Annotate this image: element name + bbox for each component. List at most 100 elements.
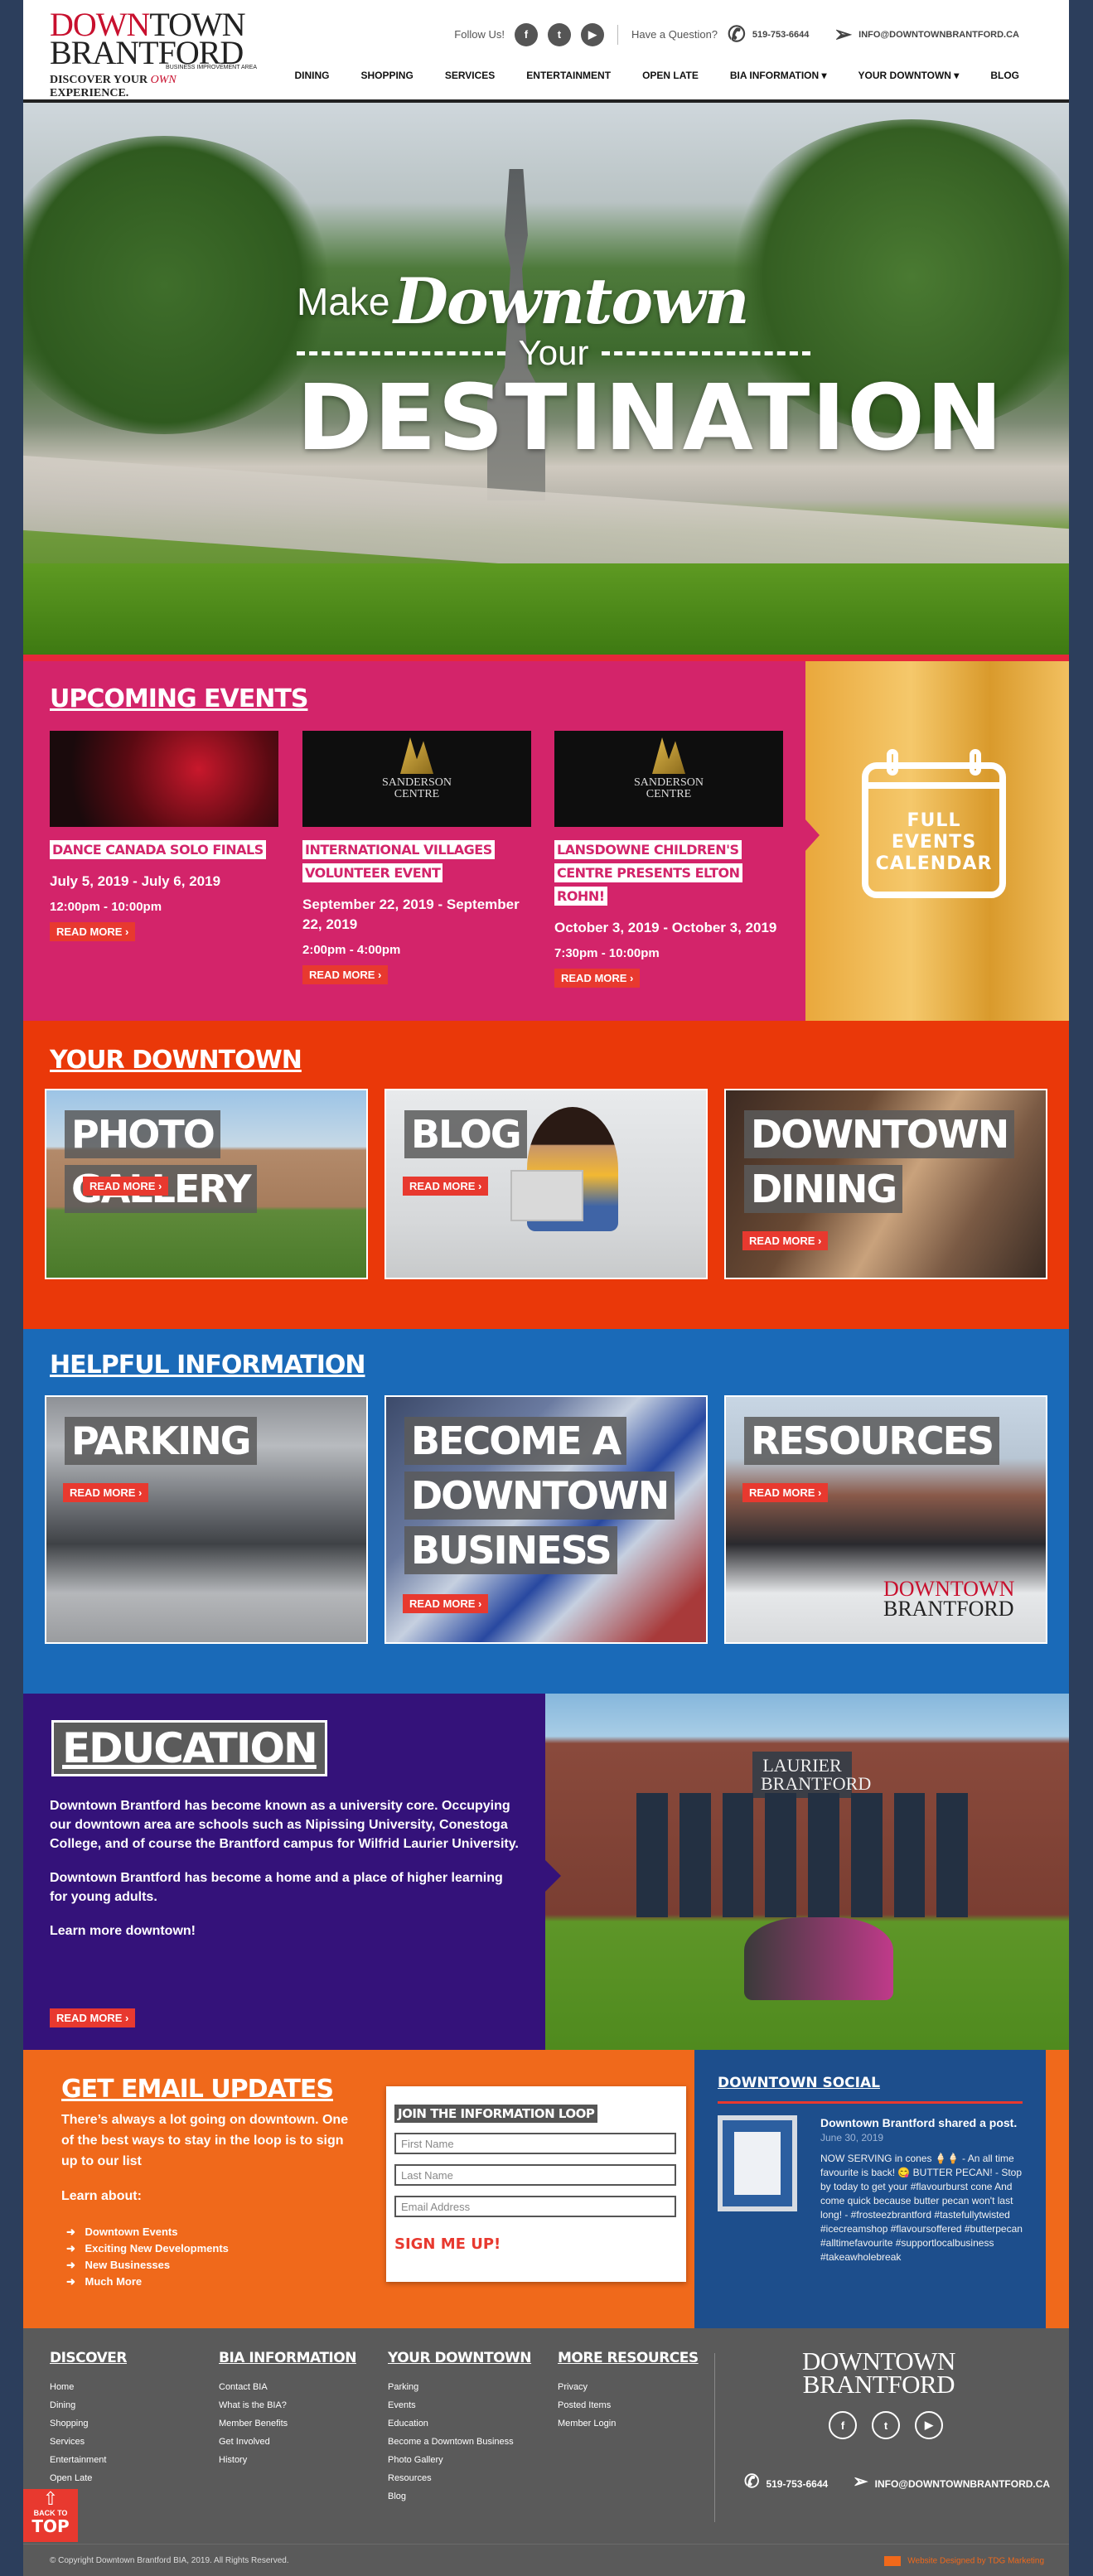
- footer-link[interactable]: Photo Gallery: [388, 2451, 531, 2469]
- question-label: Have a Question?: [631, 28, 718, 41]
- footer-link[interactable]: Events: [388, 2396, 531, 2414]
- copyright: © Copyright Downtown Brantford BIA, 2019…: [50, 2556, 289, 2565]
- read-more-button[interactable]: READ MORE ›: [302, 965, 389, 984]
- downtown-dining-tile[interactable]: DOWNTOWN DINING READ MORE ›: [724, 1089, 1047, 1279]
- footer-link[interactable]: Blog: [388, 2487, 531, 2506]
- footer-logo[interactable]: DOWNTOWN BRANTFORD: [802, 2348, 955, 2397]
- youtube-icon[interactable]: ▶: [915, 2411, 943, 2439]
- site-footer: DISCOVER Home Dining Shopping Services E…: [23, 2328, 1069, 2576]
- email-title[interactable]: GET EMAIL UPDATES: [61, 2075, 334, 2104]
- events-title[interactable]: UPCOMING EVENTS: [50, 684, 308, 713]
- footer-heading: YOUR DOWNTOWN: [388, 2350, 532, 2366]
- calendar-icon[interactable]: FULL EVENTS CALENDAR: [862, 749, 1006, 898]
- footer-link[interactable]: Open Late: [50, 2469, 127, 2487]
- event-card[interactable]: SANDERSON CENTRE LANSDOWNE CHILDREN'S CEN…: [554, 731, 783, 988]
- sign-up-button[interactable]: SIGN ME UP!: [394, 2235, 678, 2253]
- top-label: TOP: [31, 2516, 70, 2536]
- become-business-tile[interactable]: BECOME A DOWNTOWN BUSINESS READ MORE ›: [384, 1395, 708, 1644]
- read-more-button[interactable]: READ MORE ›: [50, 922, 136, 941]
- follow-label: Follow Us!: [454, 28, 505, 41]
- first-name-field[interactable]: First Name: [394, 2133, 676, 2154]
- footer-column-discover: DISCOVER Home Dining Shopping Services E…: [50, 2350, 128, 2487]
- your-downtown-title[interactable]: YOUR DOWNTOWN: [50, 1046, 302, 1075]
- footer-link[interactable]: Services: [50, 2433, 127, 2451]
- footer-link[interactable]: Home: [50, 2378, 127, 2396]
- footer-link[interactable]: Privacy: [558, 2378, 699, 2396]
- event-dates: October 3, 2019 - October 3, 2019: [554, 920, 777, 935]
- event-name[interactable]: LANSDOWNE CHILDREN'S CENTRE PRESENTS ELT…: [554, 840, 742, 906]
- read-more-button[interactable]: READ MORE ›: [554, 969, 641, 988]
- nav-entertainment[interactable]: ENTERTAINMENT: [526, 70, 611, 81]
- event-name[interactable]: DANCE CANADA SOLO FINALS: [50, 840, 266, 859]
- footer-link[interactable]: What is the BIA?: [219, 2396, 356, 2414]
- read-more-button[interactable]: READ MORE ›: [83, 1177, 169, 1196]
- laurier-sign: LAURIER BRANTFORD: [752, 1752, 871, 1798]
- back-to-top-button[interactable]: ⇧ BACK TO TOP: [23, 2489, 78, 2542]
- email-updates-section: GET EMAIL UPDATES There’s always a lot g…: [23, 2050, 1069, 2328]
- blog-tile[interactable]: BLOG READ MORE ›: [384, 1089, 708, 1279]
- hero-downtown: Downtown: [393, 264, 750, 338]
- full-events-calendar-panel[interactable]: FULL EVENTS CALENDAR: [805, 661, 1069, 1021]
- facebook-icon[interactable]: f: [829, 2411, 857, 2439]
- post-author[interactable]: Downtown Brantford shared a post.: [820, 2115, 1023, 2130]
- footer-link[interactable]: Shopping: [50, 2414, 127, 2433]
- read-more-button[interactable]: READ MORE ›: [63, 1483, 149, 1502]
- nav-dining[interactable]: DINING: [294, 70, 329, 81]
- nav-open-late[interactable]: OPEN LATE: [642, 70, 699, 81]
- education-paragraph: Downtown Brantford has become a home and…: [50, 1871, 503, 1904]
- footer-link[interactable]: Resources: [388, 2469, 531, 2487]
- read-more-button[interactable]: READ MORE ›: [50, 2008, 136, 2027]
- list-item: Exciting New Developments: [66, 2240, 229, 2257]
- nav-bia-information[interactable]: BIA INFORMATION ▾: [730, 70, 827, 81]
- main-nav: DINING SHOPPING SERVICES ENTERTAINMENT O…: [294, 70, 1019, 81]
- footer-link[interactable]: Dining: [50, 2396, 127, 2414]
- resources-tile[interactable]: DOWNTOWN BRANTFORD RESOURCES READ MORE ›: [724, 1395, 1047, 1644]
- footer-link[interactable]: Member Login: [558, 2414, 699, 2433]
- designer-credit[interactable]: Website Designed by TDG Marketing: [884, 2556, 1044, 2566]
- footer-phone[interactable]: ✆ 519-753-6644: [744, 2471, 828, 2492]
- header-email[interactable]: ➢ INFO@DOWNTOWNBRANTFORD.CA: [834, 22, 1019, 47]
- event-name[interactable]: INTERNATIONAL VILLAGES VOLUNTEER EVENT: [302, 840, 495, 882]
- event-card[interactable]: DANCE CANADA SOLO FINALS July 5, 2019 - …: [50, 731, 278, 941]
- event-image[interactable]: SANDERSON CENTRE: [554, 731, 783, 827]
- twitter-icon[interactable]: t: [547, 22, 571, 46]
- post-image[interactable]: [718, 2115, 797, 2211]
- nav-blog[interactable]: BLOG: [990, 70, 1019, 81]
- footer-link[interactable]: History: [219, 2451, 356, 2469]
- footer-link[interactable]: Education: [388, 2414, 531, 2433]
- divider: [617, 24, 618, 45]
- footer-link[interactable]: Parking: [388, 2378, 531, 2396]
- read-more-button[interactable]: READ MORE ›: [742, 1231, 829, 1250]
- photo-gallery-tile[interactable]: PHOTO GALLERY READ MORE ›: [45, 1089, 368, 1279]
- footer-link[interactable]: Entertainment: [50, 2451, 127, 2469]
- footer-link[interactable]: Become a Downtown Business: [388, 2433, 531, 2451]
- event-image[interactable]: SANDERSON CENTRE: [302, 731, 531, 827]
- twitter-icon[interactable]: t: [872, 2411, 900, 2439]
- parking-tile[interactable]: PARKING READ MORE ›: [45, 1395, 368, 1644]
- nav-shopping[interactable]: SHOPPING: [360, 70, 413, 81]
- topics-list: Downtown Events Exciting New Development…: [66, 2224, 229, 2290]
- footer-email[interactable]: ➢ INFO@DOWNTOWNBRANTFORD.CA: [853, 2471, 1050, 2492]
- read-more-button[interactable]: READ MORE ›: [403, 1594, 489, 1613]
- read-more-button[interactable]: READ MORE ›: [403, 1177, 489, 1196]
- nav-services[interactable]: SERVICES: [445, 70, 495, 81]
- facebook-icon[interactable]: f: [514, 22, 538, 46]
- event-image[interactable]: [50, 731, 278, 827]
- education-title[interactable]: EDUCATION: [51, 1720, 327, 1776]
- education-section: EDUCATION Downtown Brantford has become …: [23, 1694, 1069, 2050]
- email-field[interactable]: Email Address: [394, 2196, 676, 2217]
- read-more-button[interactable]: READ MORE ›: [742, 1483, 829, 1502]
- footer-link[interactable]: Member Benefits: [219, 2414, 356, 2433]
- footer-link[interactable]: Get Involved: [219, 2433, 356, 2451]
- footer-link[interactable]: Posted Items: [558, 2396, 699, 2414]
- helpful-information-title[interactable]: HELPFUL INFORMATION: [50, 1351, 365, 1380]
- youtube-icon[interactable]: ▶: [580, 22, 604, 46]
- last-name-field[interactable]: Last Name: [394, 2164, 676, 2186]
- social-post[interactable]: Downtown Brantford shared a post. June 3…: [718, 2115, 1023, 2276]
- footer-link[interactable]: Contact BIA: [219, 2378, 356, 2396]
- event-card[interactable]: SANDERSON CENTRE INTERNATIONAL VILLAGES V…: [302, 731, 531, 984]
- nav-your-downtown[interactable]: YOUR DOWNTOWN ▾: [858, 70, 960, 81]
- tile-label: RESOURCES: [744, 1417, 1000, 1465]
- header-phone[interactable]: ✆ 519-753-6644: [728, 22, 809, 47]
- site-logo[interactable]: DOWNTOWN BRANTFORD BUSINESS IMPROVEMENT …: [50, 8, 257, 100]
